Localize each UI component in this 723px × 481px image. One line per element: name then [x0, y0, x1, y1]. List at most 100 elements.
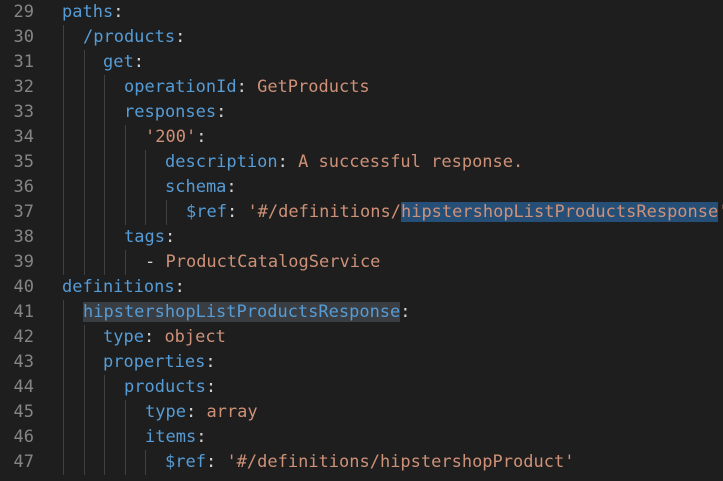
line-content[interactable]: /products:	[83, 25, 185, 50]
indent-guide	[84, 75, 85, 100]
line-number: 32	[13, 77, 34, 97]
code-line[interactable]: 32 operationId: GetProducts	[0, 75, 723, 100]
code-line[interactable]: 31 get:	[0, 50, 723, 75]
indent-guide	[104, 450, 105, 475]
indent-guide	[125, 450, 126, 475]
line-content[interactable]: schema:	[165, 175, 237, 200]
code-line[interactable]: 40 definitions:	[0, 275, 723, 300]
yaml-key: type	[103, 327, 144, 347]
indent-guide	[63, 300, 64, 325]
code-line[interactable]: 41 hipstershopListProductsResponse:	[0, 300, 723, 325]
indent-guide	[63, 425, 64, 450]
code-line[interactable]: 37 $ref: '#/definitions/hipstershopListP…	[0, 200, 723, 225]
yaml-colon: :	[226, 177, 237, 197]
line-content[interactable]: '200':	[145, 125, 206, 150]
yaml-key: operationId	[124, 77, 237, 97]
indent-guide	[145, 450, 146, 475]
line-content[interactable]: $ref: '#/definitions/hipstershopListProd…	[186, 200, 723, 225]
line-content[interactable]: properties:	[103, 350, 216, 375]
yaml-colon: :	[196, 127, 207, 147]
yaml-colon: :	[185, 402, 207, 422]
indent-guide	[84, 350, 85, 375]
line-number: 46	[13, 427, 34, 447]
code-line[interactable]: 44 products:	[0, 375, 723, 400]
indent-guide	[63, 325, 64, 350]
indent-guide	[84, 400, 85, 425]
yaml-colon: :	[400, 302, 411, 322]
yaml-colon: :	[226, 202, 248, 222]
yaml-key: responses	[124, 102, 217, 122]
line-number: 47	[13, 452, 34, 472]
indent-guide	[63, 150, 64, 175]
code-line[interactable]: 35 description: A successful response.	[0, 150, 723, 175]
line-content[interactable]: tags:	[124, 225, 175, 250]
indent-guide	[63, 75, 64, 100]
yaml-value: object	[164, 327, 226, 347]
code-line[interactable]: 42 type: object	[0, 325, 723, 350]
yaml-colon: :	[113, 2, 124, 22]
code-line[interactable]: 33 responses:	[0, 100, 723, 125]
line-content[interactable]: get:	[103, 50, 144, 75]
line-number: 36	[13, 177, 34, 197]
line-content[interactable]: hipstershopListProductsResponse:	[83, 300, 411, 325]
line-content[interactable]: - ProductCatalogService	[145, 250, 380, 275]
line-content[interactable]: type: object	[103, 325, 226, 350]
text-selection[interactable]: hipstershopListProductsResponse	[400, 202, 719, 222]
code-editor[interactable]: 29 paths: 30 /products: 31 get: 32 opera…	[0, 0, 723, 481]
indent-guide	[63, 225, 64, 250]
yaml-colon: :	[205, 377, 217, 397]
code-line[interactable]: 43 properties:	[0, 350, 723, 375]
line-number: 39	[13, 252, 34, 272]
yaml-value: '	[718, 202, 723, 222]
line-content[interactable]: responses:	[124, 100, 226, 125]
yaml-colon: :	[164, 227, 176, 247]
indent-guide	[125, 250, 126, 275]
code-line[interactable]: 34 '200':	[0, 125, 723, 150]
line-content[interactable]: products:	[124, 375, 216, 400]
yaml-colon: :	[205, 452, 227, 472]
indent-guide	[104, 225, 105, 250]
line-number: 45	[13, 402, 34, 422]
indent-guide	[84, 100, 85, 125]
line-number: 30	[13, 27, 34, 47]
yaml-colon: :	[205, 352, 216, 372]
yaml-value: A successful response.	[298, 152, 524, 172]
yaml-key: schema	[165, 177, 227, 197]
line-content[interactable]: $ref: '#/definitions/hipstershopProduct'	[165, 450, 574, 475]
line-content[interactable]: definitions:	[62, 275, 185, 300]
yaml-colon: :	[277, 152, 299, 172]
line-number: 34	[13, 127, 34, 147]
indent-guide	[145, 175, 146, 200]
indent-guide	[63, 125, 64, 150]
code-line[interactable]: 45 type: array	[0, 400, 723, 425]
code-line[interactable]: 38 tags:	[0, 225, 723, 250]
indent-guide	[63, 375, 64, 400]
code-line[interactable]: 36 schema:	[0, 175, 723, 200]
indent-guide	[84, 50, 85, 75]
line-number: 40	[13, 277, 34, 297]
yaml-key: type	[145, 402, 186, 422]
yaml-key: items	[145, 427, 197, 447]
indent-guide	[104, 175, 105, 200]
indent-guide	[63, 250, 64, 275]
code-line[interactable]: 30 /products:	[0, 25, 723, 50]
indent-guide	[104, 250, 105, 275]
code-line[interactable]: 39 - ProductCatalogService	[0, 250, 723, 275]
line-content[interactable]: description: A successful response.	[165, 150, 523, 175]
line-content[interactable]: operationId: GetProducts	[124, 75, 370, 100]
code-line[interactable]: 29 paths:	[0, 0, 723, 25]
line-content[interactable]: type: array	[145, 400, 258, 425]
yaml-colon: :	[143, 327, 165, 347]
line-content[interactable]: items:	[145, 425, 206, 450]
yaml-key-highlighted[interactable]: hipstershopListProductsResponse	[83, 302, 401, 322]
indent-guide	[84, 450, 85, 475]
indent-guide	[104, 400, 105, 425]
yaml-colon: :	[236, 77, 258, 97]
line-content[interactable]: paths:	[62, 0, 123, 25]
indent-guide	[104, 375, 105, 400]
yaml-key: tags	[124, 227, 165, 247]
yaml-value: GetProducts	[257, 77, 370, 97]
indent-guide	[84, 375, 85, 400]
code-line[interactable]: 47 $ref: '#/definitions/hipstershopProdu…	[0, 450, 723, 475]
code-line[interactable]: 46 items:	[0, 425, 723, 450]
